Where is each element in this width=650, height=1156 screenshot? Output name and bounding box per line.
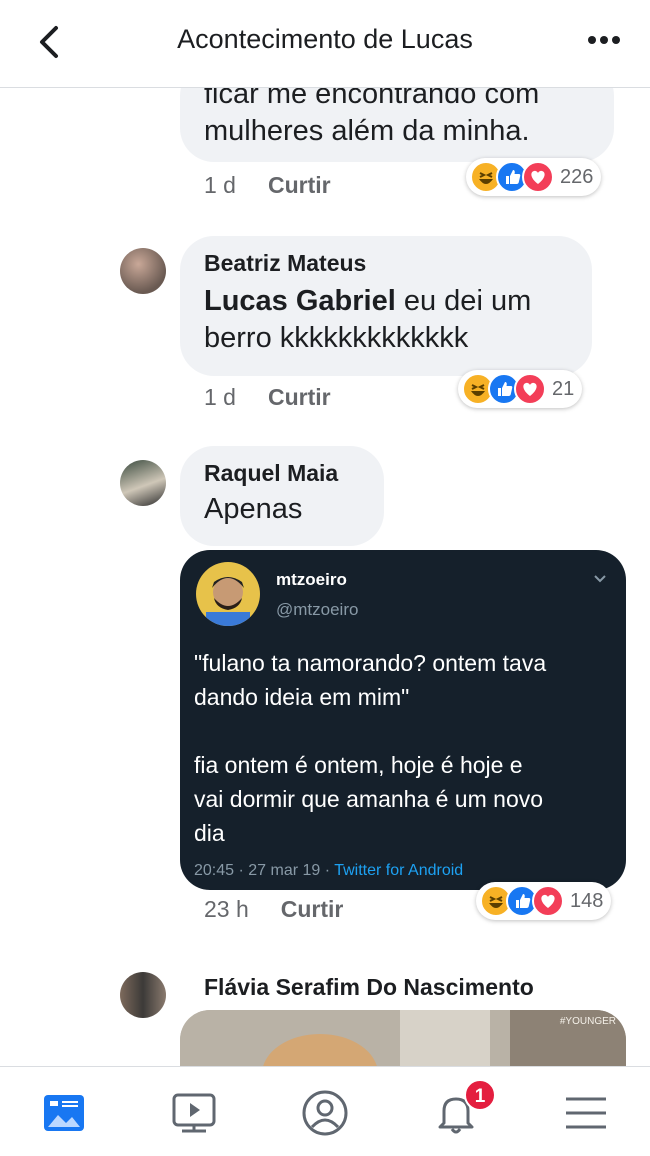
tweet-line: fia ontem é ontem, hoje é hoje e xyxy=(194,752,523,778)
reaction-summary[interactable]: 21 xyxy=(458,370,583,408)
comment-author[interactable]: Raquel Maia xyxy=(204,460,360,487)
watch-icon[interactable] xyxy=(166,1085,222,1141)
comment-text: Apenas xyxy=(204,493,303,525)
profile-icon[interactable] xyxy=(297,1085,353,1141)
mention-link[interactable]: Lucas Gabriel xyxy=(204,285,396,317)
comment-time: 1 d xyxy=(204,172,236,198)
reaction-summary[interactable]: 148 xyxy=(476,882,612,920)
tweet-author-name: mtzoeiro xyxy=(276,570,347,589)
tweet-avatar xyxy=(196,562,260,626)
bottom-nav: 1 xyxy=(0,1066,650,1156)
tweet-line: "fulano ta namorando? ontem tava xyxy=(194,650,547,676)
love-reaction-icon xyxy=(514,373,546,405)
comment-text-line: eu dei um xyxy=(395,285,532,317)
love-reaction-icon xyxy=(532,885,564,917)
comment-text-partial: ficar me encontrando com xyxy=(204,88,540,110)
notification-badge: 1 xyxy=(464,1079,496,1111)
like-button[interactable]: Curtir xyxy=(268,384,331,410)
comment-meta: 23 h Curtir xyxy=(204,896,343,923)
comment-author[interactable]: Beatriz Mateus xyxy=(204,250,568,277)
comment-meta: 1 d Curtir xyxy=(204,172,331,199)
chevron-down-icon xyxy=(592,570,608,586)
tweet-line: dia xyxy=(194,820,225,846)
comment-text: mulheres além da minha. xyxy=(204,115,530,147)
comments-list: ficar me encontrando com mulheres além d… xyxy=(0,88,650,1066)
comment-text-line: berro kkkkkkkkkkkkk xyxy=(204,322,469,354)
tweet-screenshot[interactable]: mtzoeiro @mtzoeiro "fulano ta namorando?… xyxy=(180,550,626,890)
reaction-summary[interactable]: 226 xyxy=(466,158,602,196)
app: Acontecimento de Lucas ficar me encontra… xyxy=(0,0,650,1156)
tweet-author-handle: @mtzoeiro xyxy=(276,600,359,619)
tweet-line: vai dormir que amanha é um novo xyxy=(194,786,544,812)
menu-icon[interactable] xyxy=(558,1085,614,1141)
avatar[interactable] xyxy=(120,248,166,294)
like-button[interactable]: Curtir xyxy=(268,172,331,198)
reaction-count: 148 xyxy=(570,889,604,912)
avatar[interactable] xyxy=(120,460,166,506)
love-reaction-icon xyxy=(522,161,554,193)
comment-author[interactable]: Flávia Serafim Do Nascimento xyxy=(204,974,534,1001)
like-button[interactable]: Curtir xyxy=(281,896,344,922)
avatar[interactable] xyxy=(120,972,166,1018)
tweet-timestamp: 20:45 · 27 mar 19 · xyxy=(194,862,335,879)
video-watermark: #YOUNGER xyxy=(559,1016,616,1027)
comment-time: 1 d xyxy=(204,384,236,410)
comment-bubble: ficar me encontrando com mulheres além d… xyxy=(180,88,614,162)
tweet-footer: 20:45 · 27 mar 19 · Twitter for Android xyxy=(194,862,463,880)
comment-meta: 1 d Curtir xyxy=(204,384,331,411)
tweet-text: "fulano ta namorando? ontem tava dando i… xyxy=(194,646,618,850)
tweet-spacer xyxy=(194,714,618,748)
news-feed-icon[interactable] xyxy=(36,1085,92,1141)
reaction-count: 21 xyxy=(552,377,575,400)
reaction-count: 226 xyxy=(560,165,594,188)
comment-bubble: Beatriz Mateus Lucas Gabriel eu dei um b… xyxy=(180,236,592,376)
more-options-icon[interactable] xyxy=(584,30,624,50)
tweet-line: dando ideia em mim" xyxy=(194,684,410,710)
comment-text: Lucas Gabriel eu dei um xyxy=(204,283,568,320)
comment-time: 23 h xyxy=(204,896,249,922)
comment-video[interactable]: #YOUNGER xyxy=(180,1010,626,1066)
page-title: Acontecimento de Lucas xyxy=(177,24,473,54)
tweet-source: Twitter for Android xyxy=(334,862,464,879)
top-bar: Acontecimento de Lucas xyxy=(0,0,650,88)
comment-bubble: Raquel Maia Apenas xyxy=(180,446,384,546)
